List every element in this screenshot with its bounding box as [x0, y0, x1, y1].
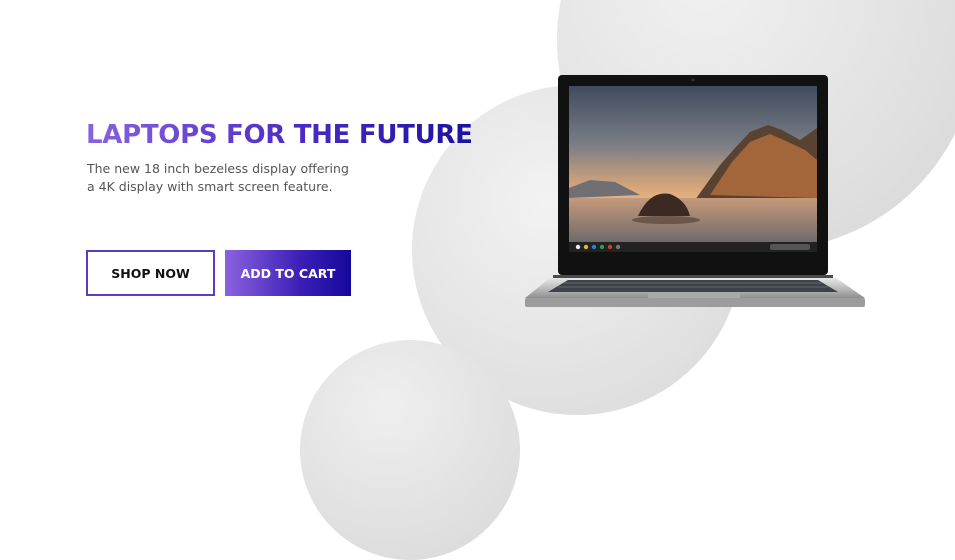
laptop-image: [525, 75, 865, 307]
background-circle-bottom: [300, 340, 520, 560]
webcam-icon: [691, 78, 695, 82]
add-to-cart-button[interactable]: ADD TO CART: [225, 250, 351, 296]
hero-title: LAPTOPS FOR THE FUTURE: [86, 120, 473, 150]
hero-description: The new 18 inch bezeless display offerin…: [87, 161, 349, 194]
shop-now-button[interactable]: SHOP NOW: [86, 250, 215, 296]
